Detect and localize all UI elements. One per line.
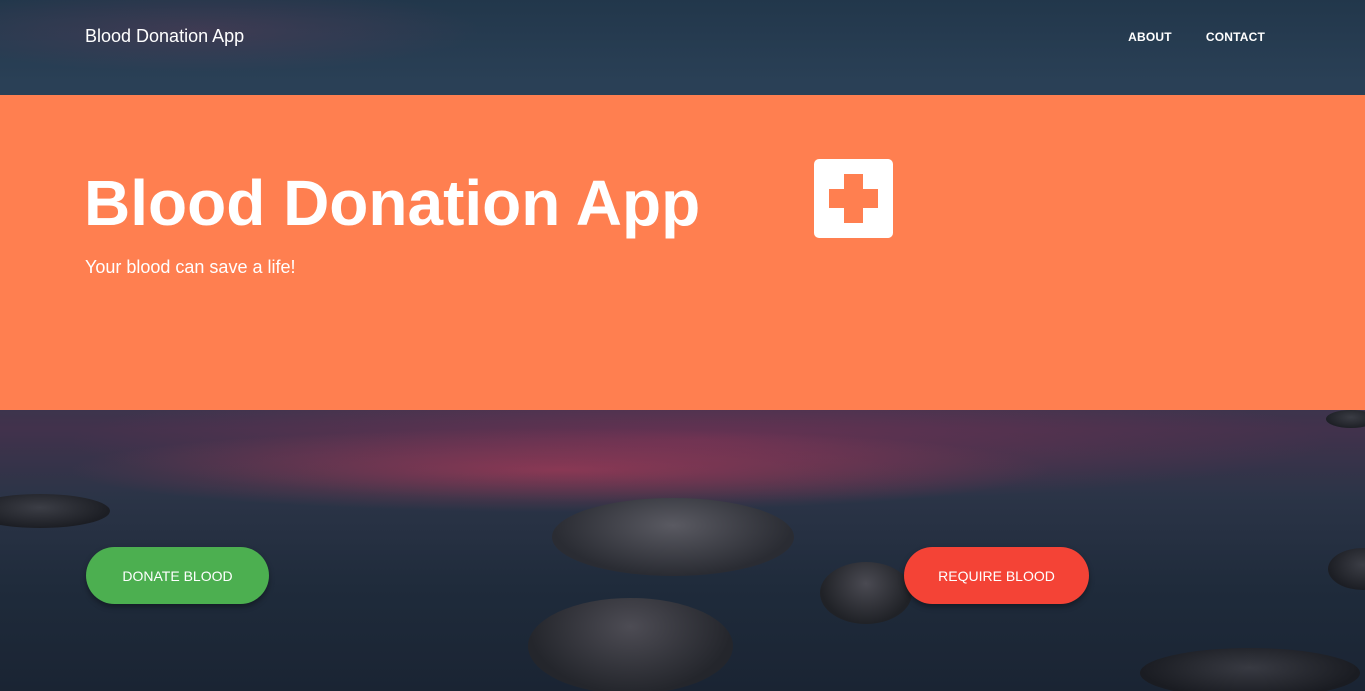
rock (1326, 410, 1365, 428)
rock (820, 562, 912, 624)
hero-title: Blood Donation App (84, 167, 701, 239)
rock (0, 494, 110, 528)
nav-link-about[interactable]: ABOUT (1128, 30, 1172, 44)
rock (1140, 648, 1360, 691)
navbar: Blood Donation App ABOUT CONTACT (0, 0, 1365, 95)
brand-link[interactable]: Blood Donation App (85, 26, 244, 47)
donate-blood-button[interactable]: DONATE BLOOD (86, 547, 269, 604)
rock (552, 498, 794, 576)
nav-links: ABOUT CONTACT (1128, 30, 1265, 44)
require-blood-button[interactable]: REQUIRE BLOOD (904, 547, 1089, 604)
medical-cross-icon (814, 159, 893, 238)
nav-link-contact[interactable]: CONTACT (1206, 30, 1265, 44)
rock (1328, 548, 1365, 590)
rock (528, 598, 733, 691)
hero-subtitle: Your blood can save a life! (85, 257, 296, 277)
hero-banner: Blood Donation App Your blood can save a… (0, 95, 1365, 410)
